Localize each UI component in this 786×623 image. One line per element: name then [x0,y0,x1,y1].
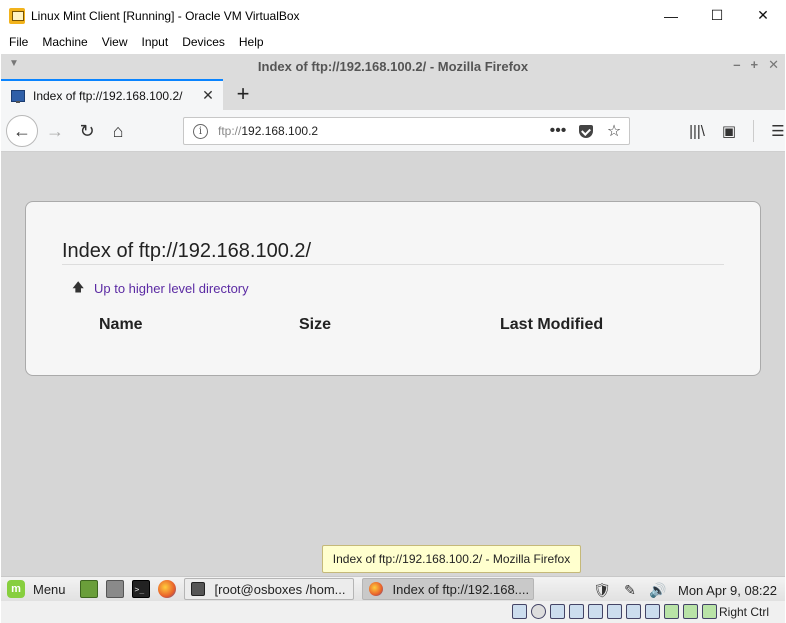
column-header-last-modified[interactable]: Last Modified [500,316,603,334]
cpu-icon[interactable] [664,604,679,619]
firefox-minimize-button[interactable]: – [733,57,740,73]
clock[interactable]: Mon Apr 9, 08:22 [678,583,777,598]
taskbar-tooltip: Index of ftp://192.168.100.2/ - Mozilla … [322,545,581,573]
firefox-launcher-icon[interactable] [157,580,176,598]
page-content: Index of ftp://192.168.100.2/ 🡅 Up to hi… [1,152,785,593]
forward-button[interactable]: → [41,117,69,145]
tab-strip: Index of ftp://192.168.100.2/ ✕ + [1,78,785,110]
firefox-titlebar: ▼ Index of ftp://192.168.100.2/ - Mozill… [1,54,785,78]
display-icon[interactable] [626,604,641,619]
page-actions-icon[interactable]: ••• [549,120,567,142]
firefox-maximize-button[interactable]: + [751,57,759,73]
vbox-status-icons [512,604,717,619]
taskbar-item-label: Index of ftp://192.168.... [392,581,530,597]
sidebar-icon[interactable]: ▣ [715,117,743,145]
directory-listing: Index of ftp://192.168.100.2/ 🡅 Up to hi… [25,201,761,376]
maximize-button[interactable]: ☐ [694,0,740,31]
pen-icon[interactable]: ✎ [622,582,638,598]
vbox-window-controls: — ☐ ✕ [648,0,786,31]
vbox-titlebar: Linux Mint Client [Running] - Oracle VM … [0,0,786,31]
close-button[interactable]: ✕ [740,0,786,31]
home-button[interactable]: ⌂ [104,117,132,145]
tab-label: Index of ftp://192.168.100.2/ [33,88,183,103]
tab-close-icon[interactable]: ✕ [199,87,217,104]
optical-drive-icon[interactable] [531,604,546,619]
mouse-integration-icon[interactable] [683,604,698,619]
menu-button[interactable]: Menu [33,582,66,597]
vbox-statusbar: Right Ctrl [1,601,785,623]
library-icon[interactable]: |||\ [683,117,711,145]
url-host: 192.168.100.2 [241,124,319,138]
reload-button[interactable]: ↻ [73,117,101,145]
terminal-icon [190,582,205,596]
shared-folders-icon[interactable] [607,604,622,619]
url-bar[interactable]: i ftp:// 192.168.100.2 ••• ☆ [183,117,630,145]
url-actions: ••• ☆ [549,120,623,142]
site-info-icon[interactable]: i [193,123,208,139]
new-tab-button[interactable]: + [231,81,255,107]
system-tray: 🛡 ✎ 🔊 Mon Apr 9, 08:22 [593,580,777,600]
usb-icon[interactable] [588,604,603,619]
files-launcher-icon[interactable] [79,580,98,598]
taskbar-item-label: [root@osboxes /hom... [214,581,346,597]
hamburger-menu-icon[interactable]: ☰ [764,117,785,145]
bookmark-star-icon[interactable]: ☆ [605,120,623,142]
taskbar-item-firefox[interactable]: Index of ftp://192.168.... [361,578,534,600]
mint-taskbar: m Menu >_ [root@osboxes /hom... Index of… [1,576,785,601]
mint-logo-icon[interactable]: m [7,580,25,598]
audio-icon[interactable] [550,604,565,619]
vbox-window-title: Linux Mint Client [Running] - Oracle VM … [31,8,300,23]
network-icon[interactable] [569,604,584,619]
column-header-name[interactable]: Name [99,316,143,334]
volume-icon[interactable]: 🔊 [649,582,666,598]
monitor-icon [11,89,25,103]
virtualbox-app-icon [9,7,25,24]
video-capture-icon[interactable] [645,604,660,619]
vbox-menubar: File Machine View Input Devices Help [0,31,786,53]
firefox-icon [368,582,383,596]
menu-view[interactable]: View [95,35,135,49]
minimize-button[interactable]: — [648,0,694,31]
menu-input[interactable]: Input [135,35,176,49]
toolbar-right: |||\ ▣ ☰ [683,117,785,145]
navigation-toolbar: ← → ↻ ⌂ i ftp:// 192.168.100.2 ••• ☆ |||… [1,110,785,152]
column-header-size[interactable]: Size [299,316,331,334]
menu-machine[interactable]: Machine [35,35,94,49]
firefox-close-button[interactable]: ✕ [768,57,779,73]
terminal-launcher-icon[interactable]: >_ [131,580,150,598]
pocket-icon[interactable] [577,120,595,142]
keyboard-capture-icon[interactable] [702,604,717,619]
firefox-window-title: Index of ftp://192.168.100.2/ - Mozilla … [257,58,529,74]
menu-file[interactable]: File [2,35,35,49]
taskbar-item-terminal[interactable]: [root@osboxes /hom... [183,578,354,600]
up-directory-link[interactable]: 🡅 Up to higher level directory [72,278,249,299]
up-directory-label[interactable]: Up to higher level directory [94,281,249,296]
url-scheme: ftp:// [218,124,242,138]
menu-help[interactable]: Help [232,35,271,49]
hard-disk-icon[interactable] [512,604,527,619]
up-arrow-icon: 🡅 [72,280,85,294]
toolbar-separator [753,120,754,142]
firefox-window-controls: – + ✕ [733,57,779,73]
menu-devices[interactable]: Devices [175,35,232,49]
vm-screen[interactable]: ▼ Index of ftp://192.168.100.2/ - Mozill… [1,54,785,623]
page-title: Index of ftp://192.168.100.2/ [62,240,724,265]
tab-ftp-index[interactable]: Index of ftp://192.168.100.2/ ✕ [1,79,223,110]
window-menu-icon[interactable]: ▼ [9,58,19,69]
show-desktop-icon[interactable] [105,580,124,598]
shield-icon[interactable]: 🛡 [593,582,611,598]
back-button[interactable]: ← [6,115,38,147]
host-key-label: Right Ctrl [719,605,770,619]
